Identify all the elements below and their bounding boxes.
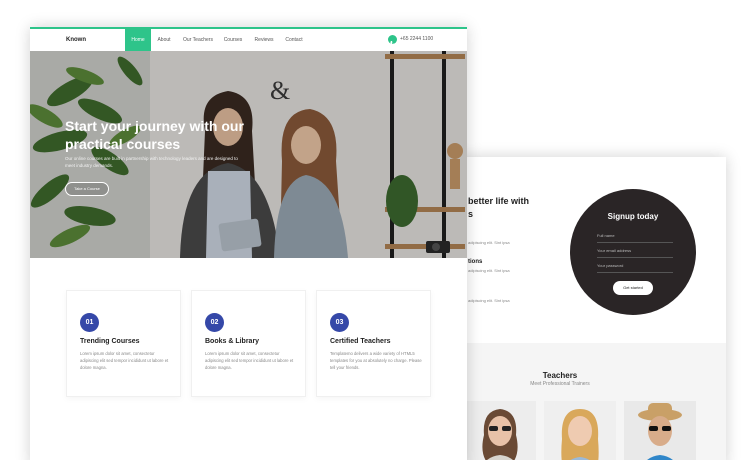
back-feature-text: adipiscing elit. Sint ipsa bbox=[468, 240, 510, 245]
phone-number: +65 2244 1100 bbox=[400, 36, 434, 42]
nav-home[interactable]: Home bbox=[125, 29, 151, 51]
feature-number: 01 bbox=[80, 313, 99, 332]
back-feature-text: adipiscing elit. Sint ipsa bbox=[468, 268, 510, 273]
signup-form: Signup today Full name Your email addres… bbox=[570, 189, 696, 315]
full-name-field[interactable]: Full name bbox=[597, 231, 673, 243]
teacher-photo bbox=[464, 401, 536, 460]
back-feature-text: adipiscing elit. Sint ipsa bbox=[468, 298, 510, 303]
feature-card-trending-courses[interactable]: 01 Trending Courses Lorem ipsum dolor si… bbox=[66, 290, 181, 397]
back-feature-2: tions adipiscing elit. Sint ipsa bbox=[468, 259, 510, 273]
feature-description: Templatemo delivers a wide variety of HT… bbox=[330, 351, 422, 370]
teachers-subtitle: Meet Professional Trainers bbox=[530, 381, 590, 387]
top-navbar: Known Home About Our Teachers Courses Re… bbox=[30, 27, 467, 51]
hero-title: Start your journey with our practical co… bbox=[65, 118, 244, 152]
feature-number: 03 bbox=[330, 313, 349, 332]
nav-about[interactable]: About bbox=[153, 29, 175, 51]
phone-glyph bbox=[390, 41, 395, 46]
teacher-photo bbox=[544, 401, 616, 460]
homepage-preview: Known Home About Our Teachers Courses Re… bbox=[30, 27, 467, 460]
back-feature-1: adipiscing elit. Sint ipsa bbox=[468, 237, 510, 245]
nav-reviews[interactable]: Reviews bbox=[252, 29, 276, 51]
get-started-button[interactable]: Get started bbox=[613, 281, 653, 295]
feature-title: Certified Teachers bbox=[330, 338, 391, 345]
teacher-card[interactable] bbox=[464, 401, 536, 460]
teacher-card[interactable] bbox=[544, 401, 616, 460]
teacher-photo bbox=[624, 401, 696, 460]
feature-card-certified-teachers[interactable]: 03 Certified Teachers Templatemo deliver… bbox=[316, 290, 431, 397]
hero-banner: & bbox=[30, 51, 467, 258]
features-section: 01 Trending Courses Lorem ipsum dolor si… bbox=[30, 258, 467, 460]
nav-our-teachers[interactable]: Our Teachers bbox=[181, 29, 215, 51]
feature-description: Lorem ipsum dolor sit amet, consectetur … bbox=[205, 351, 294, 370]
feature-title: Trending Courses bbox=[80, 338, 140, 345]
feature-card-books-library[interactable]: 02 Books & Library Lorem ipsum dolor sit… bbox=[191, 290, 306, 397]
hero-description: Our online courses are built in partners… bbox=[65, 156, 238, 168]
signup-title: Signup today bbox=[607, 212, 659, 221]
brand-logo[interactable]: Known bbox=[66, 37, 86, 43]
back-heading-line2: s bbox=[468, 209, 474, 219]
phone-icon bbox=[388, 35, 397, 46]
take-course-button[interactable]: Take a Course bbox=[65, 182, 109, 196]
nav-courses[interactable]: Courses bbox=[222, 29, 244, 51]
back-feature-title: tions bbox=[468, 259, 483, 265]
nav-contact[interactable]: Contact bbox=[283, 29, 305, 51]
password-field[interactable]: Your password bbox=[597, 261, 673, 273]
back-feature-3: adipiscing elit. Sint ipsa bbox=[468, 295, 510, 303]
teachers-title: Teachers bbox=[542, 371, 578, 380]
email-field[interactable]: Your email address bbox=[597, 246, 673, 258]
feature-title: Books & Library bbox=[205, 338, 260, 345]
feature-description: Lorem ipsum dolor sit amet, consectetur … bbox=[80, 351, 169, 370]
feature-number: 02 bbox=[205, 313, 224, 332]
teacher-card[interactable] bbox=[624, 401, 696, 460]
back-section-heading: better life with s bbox=[468, 195, 538, 221]
mockup-stage: better life with s adipiscing elit. Sint… bbox=[0, 0, 750, 460]
back-heading-line1: better life with bbox=[468, 196, 530, 206]
